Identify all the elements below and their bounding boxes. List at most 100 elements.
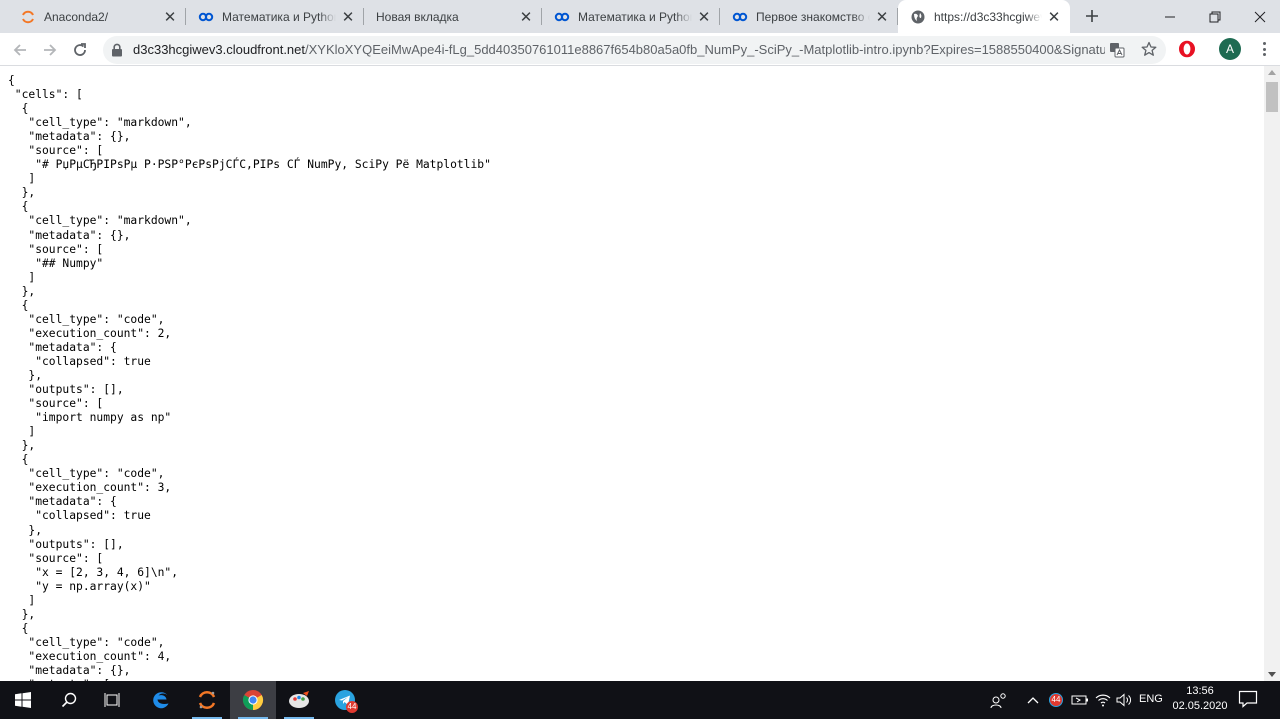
close-tab-icon[interactable]: ✕ — [874, 9, 890, 26]
reload-icon — [74, 43, 86, 56]
url-host: d3c33hcgiwev3.cloudfront.net — [133, 42, 306, 57]
json-line: { — [8, 200, 29, 214]
json-line: }, — [8, 284, 36, 298]
tab-title: Математика и Python для анализа данных — [222, 9, 336, 24]
minimize-button[interactable] — [1150, 0, 1190, 33]
tab-strip: Anaconda2/ ✕ Математика и Python для ана… — [0, 0, 1280, 33]
arrow-right-icon — [44, 44, 57, 56]
jupyter-icon — [20, 9, 36, 25]
jupyter-icon — [198, 690, 216, 710]
globe-icon — [910, 9, 926, 25]
json-line: "# РџРµСЂРІРѕРµ Р·РЅР°РєРѕРјСЃС‚РІРѕ СЃ … — [8, 158, 491, 172]
json-line: "cell_type": "code", — [8, 312, 165, 326]
opera-extension-icon[interactable] — [1178, 40, 1196, 58]
plus-icon — [1086, 10, 1098, 22]
close-icon — [1254, 11, 1266, 22]
taskbar-edge[interactable] — [138, 681, 184, 719]
notebook-json-text: { "cells": [ { "cell_type": "markdown", … — [8, 74, 491, 681]
json-line: ] — [8, 270, 36, 284]
json-line: "execution_count": 2, — [8, 326, 172, 340]
page-content: { "cells": [ { "cell_type": "markdown", … — [0, 66, 1264, 681]
url-path: /XYKloXYQEeiMwApe4i-fLg_5dd40350761011e8… — [305, 42, 1105, 57]
search-icon — [61, 692, 77, 708]
taskbar-telegram[interactable]: 44 — [322, 681, 368, 719]
json-line: "source": [ — [8, 144, 104, 158]
browser-toolbar: d3c33hcgiwev3.cloudfront.net/XYKloXYQEei… — [0, 33, 1280, 66]
close-tab-icon[interactable]: ✕ — [1046, 9, 1062, 26]
wifi-icon[interactable] — [1094, 691, 1112, 709]
json-line: "collapsed": true — [8, 354, 151, 368]
clock-time: 13:56 — [1186, 685, 1214, 697]
json-line: }, — [8, 186, 36, 200]
close-tab-icon[interactable]: ✕ — [518, 9, 534, 26]
bookmark-star-icon[interactable] — [1141, 41, 1157, 62]
json-line: { — [8, 298, 29, 312]
json-line: "metadata": {}, — [8, 130, 131, 144]
tray-unread-badge: 44 — [1050, 694, 1062, 706]
volume-icon[interactable] — [1115, 691, 1133, 709]
tab-coursera-1[interactable]: Математика и Python для анализа данных ✕ — [186, 0, 364, 33]
coursera-icon — [198, 9, 214, 25]
close-window-button[interactable] — [1240, 0, 1280, 33]
address-bar[interactable]: d3c33hcgiwev3.cloudfront.net/XYKloXYQEei… — [103, 36, 1166, 64]
json-line: ] — [8, 593, 36, 607]
json-line: "x = [2, 3, 4, 6]\n", — [8, 565, 179, 579]
restore-button[interactable] — [1195, 0, 1235, 33]
scrollbar-thumb[interactable] — [1266, 82, 1278, 112]
close-tab-icon[interactable]: ✕ — [340, 9, 356, 26]
taskbar-chrome[interactable] — [230, 681, 276, 719]
chevron-up-icon[interactable] — [1024, 691, 1042, 709]
json-line: }, — [8, 439, 36, 453]
task-view-icon — [104, 693, 120, 707]
json-line: { — [8, 453, 29, 467]
system-clock[interactable]: 13:56 02.05.2020 — [1168, 684, 1232, 714]
tab-title: Первое знакомство с NumPy — [756, 9, 870, 24]
action-center-button[interactable] — [1238, 690, 1260, 710]
battery-icon[interactable] — [1071, 691, 1089, 709]
tab-coursera-3[interactable]: Первое знакомство с NumPy ✕ — [720, 0, 898, 33]
forward-button[interactable] — [37, 37, 63, 63]
tab-active-notebook[interactable]: https://d3c33hcgiwev3.cloudfront.net ✕ — [898, 0, 1070, 33]
json-line: "cell_type": "code", — [8, 467, 165, 481]
json-line: ] — [8, 425, 36, 439]
minimize-icon — [1165, 16, 1175, 17]
taskbar-paint[interactable] — [276, 681, 322, 719]
search-button[interactable] — [46, 681, 92, 719]
telegram-unread-badge: 44 — [346, 701, 358, 713]
translate-icon[interactable] — [1109, 42, 1125, 63]
json-line: "import numpy as np" — [8, 411, 172, 425]
tab-title: Новая вкладка — [376, 9, 459, 24]
profile-avatar[interactable]: A — [1219, 38, 1241, 60]
windows-start-icon — [15, 692, 31, 708]
json-line: "execution_count": 4, — [8, 649, 172, 663]
new-tab-button[interactable] — [1080, 4, 1104, 28]
back-button[interactable] — [7, 37, 33, 63]
edge-icon — [153, 692, 169, 709]
restore-icon — [1209, 11, 1221, 22]
tab-coursera-2[interactable]: Математика и Python для анализа данных ✕ — [542, 0, 720, 33]
language-indicator[interactable]: ENG — [1139, 693, 1163, 705]
task-view-button[interactable] — [90, 681, 136, 719]
json-line: "y = np.array(x)" — [8, 579, 151, 593]
vertical-scrollbar[interactable] — [1264, 66, 1280, 681]
menu-kebab-icon[interactable] — [1256, 40, 1272, 58]
json-line: }, — [8, 368, 43, 382]
tab-anaconda[interactable]: Anaconda2/ ✕ — [8, 0, 186, 33]
close-tab-icon[interactable]: ✕ — [696, 9, 712, 26]
json-line: { — [8, 102, 29, 116]
start-button[interactable] — [0, 681, 46, 719]
json-line: "metadata": { — [8, 495, 117, 509]
tab-new-tab[interactable]: Новая вкладка ✕ — [364, 0, 542, 33]
reload-button[interactable] — [67, 37, 93, 63]
url-text[interactable]: d3c33hcgiwev3.cloudfront.net/XYKloXYQEei… — [133, 42, 1105, 57]
scroll-up-icon[interactable] — [1268, 70, 1276, 75]
scroll-down-icon[interactable] — [1268, 672, 1276, 677]
close-tab-icon[interactable]: ✕ — [162, 9, 178, 26]
json-line: "cell_type": "markdown", — [8, 214, 192, 228]
json-line: "metadata": {}, — [8, 663, 131, 677]
tray-telegram-icon[interactable]: 44 — [1047, 691, 1065, 709]
tab-title: Математика и Python для анализа данных — [578, 9, 692, 24]
json-line: "cell_type": "markdown", — [8, 116, 192, 130]
taskbar-jupyter[interactable] — [184, 681, 230, 719]
people-icon[interactable] — [990, 691, 1008, 709]
